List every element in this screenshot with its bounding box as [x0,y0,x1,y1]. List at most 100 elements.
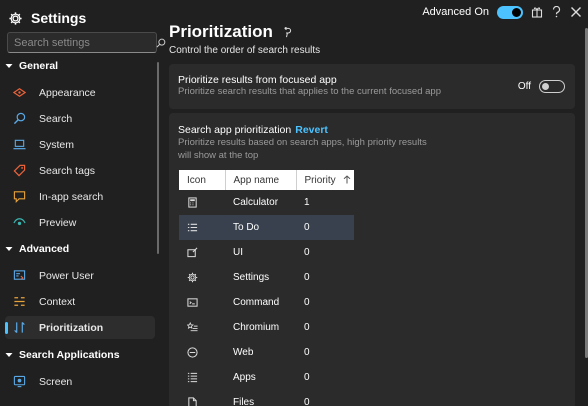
priority-cell[interactable]: 0 [296,365,354,390]
help-icon[interactable] [551,6,562,18]
gear-icon [187,272,198,283]
sidebar-scrollbar[interactable] [157,62,159,254]
reset-icon[interactable] [281,26,292,38]
app-name-cell: Command [233,297,280,308]
table-row[interactable]: Files 0 [179,390,354,406]
chevron-down-icon [5,247,13,251]
priority-cell[interactable]: 0 [296,290,354,315]
sidebar-item-label: Search [39,112,73,125]
column-header-app-name[interactable]: App name [225,170,297,190]
column-header-label: Icon [187,174,206,186]
app-title-text: Settings [31,10,87,26]
page-title: Prioritization [169,22,292,42]
table-header-row: Icon App name Priority [179,170,354,190]
row-icon-cell [179,240,225,265]
focused-app-description: Prioritize search results that applies t… [178,86,441,97]
sidebar-item-preview[interactable]: Preview [5,211,155,234]
table-row[interactable]: UI 0 [179,240,354,265]
sort-icon [14,321,25,334]
calculator-icon [188,197,197,208]
table-row[interactable]: Chromium 0 [179,315,354,340]
priority-table: Icon App name Priority Calculator 1 To D… [179,170,354,406]
ui-icon [187,247,198,258]
search-box[interactable] [7,32,166,53]
page-title-text: Prioritization [169,22,273,41]
app-prioritization-title: Search app prioritization [178,124,292,136]
app-prioritization-card: Search app prioritization Revert Prioriti… [169,113,575,406]
table-row[interactable]: Web 0 [179,340,354,365]
search-icon [13,112,26,125]
list-icon [187,223,198,232]
context-icon [14,297,25,306]
app-prioritization-header: Search app prioritization Revert [178,124,328,136]
app-name-cell: Settings [233,272,270,283]
row-icon-cell [179,315,225,340]
table-row[interactable]: To Do 0 [179,215,354,240]
sidebar-item-in-app-search[interactable]: In-app search [5,185,155,208]
table-row[interactable]: Command 0 [179,290,354,315]
column-header-icon[interactable]: Icon [179,170,226,190]
sidebar-item-appearance[interactable]: Appearance [5,81,155,104]
app-prioritization-description: Prioritize results based on search apps,… [178,137,427,161]
row-icon-cell [179,340,225,365]
tag-icon [13,164,26,177]
app-name-cell: Calculator [233,197,279,208]
focused-app-toggle[interactable] [539,80,565,93]
advanced-label: Advanced On [422,6,489,18]
nav-group-label: Advanced [19,243,70,255]
nav-group-advanced[interactable]: Advanced [0,237,158,261]
advanced-toggle[interactable] [497,5,523,19]
focused-app-card: Prioritize results from focused app Prio… [169,64,575,109]
row-icon-cell [179,365,225,390]
revert-link[interactable]: Revert [295,124,328,136]
sort-ascending-icon [344,175,351,184]
table-row[interactable]: Apps 0 [179,365,354,390]
nav-group-label: General [19,60,59,72]
eye-icon [13,218,26,226]
priority-cell[interactable]: 0 [296,240,354,265]
table-row[interactable]: Settings 0 [179,265,354,290]
app-name-cell: Web [233,347,254,358]
column-header-priority[interactable]: Priority [296,170,354,190]
sidebar: Settings General Appearance Search Syste… [0,0,166,406]
sidebar-item-prioritization[interactable]: Prioritization [5,316,155,339]
priority-cell[interactable]: 0 [296,215,354,240]
power-user-icon [13,270,26,281]
app-name-cell: To Do [225,215,296,240]
sidebar-item-label: Preview [39,216,77,229]
sidebar-item-power-user[interactable]: Power User [5,264,155,287]
row-icon-cell [179,290,225,315]
close-icon[interactable] [570,6,582,18]
sidebar-item-label: Context [39,295,76,308]
priority-cell[interactable]: 0 [296,265,354,290]
sidebar-item-search-tags[interactable]: Search tags [5,159,155,182]
chat-search-icon [13,191,26,203]
nav-group-general[interactable]: General [0,54,158,78]
sidebar-item-label: System [39,138,75,151]
sidebar-item-screen[interactable]: Screen [5,370,155,393]
command-icon [187,298,198,307]
search-input[interactable] [14,36,156,49]
sidebar-item-context[interactable]: Context [5,290,155,313]
chevron-down-icon [5,353,13,357]
row-icon-cell [179,390,225,406]
nav-group-search-applications[interactable]: Search Applications [0,343,158,367]
priority-cell[interactable]: 0 [296,390,354,406]
gift-icon[interactable] [531,6,543,18]
priority-cell[interactable]: 0 [296,340,354,365]
table-row[interactable]: Calculator 1 [179,190,354,215]
laptop-icon [13,139,26,150]
column-header-label: App name [233,174,280,186]
palette-icon [13,88,26,97]
priority-cell[interactable]: 1 [296,190,354,215]
apps-icon [187,372,198,383]
star-list-icon [187,322,198,332]
sidebar-item-system[interactable]: System [5,133,155,156]
sidebar-item-label: Power User [39,269,94,282]
sidebar-item-search[interactable]: Search [5,107,155,130]
focused-app-toggle-label: Off [517,81,531,92]
column-header-label: Priority [304,174,336,186]
priority-cell[interactable]: 0 [296,315,354,340]
app-name-cell: Files [233,397,255,406]
page-subtitle: Control the order of search results [169,45,321,56]
